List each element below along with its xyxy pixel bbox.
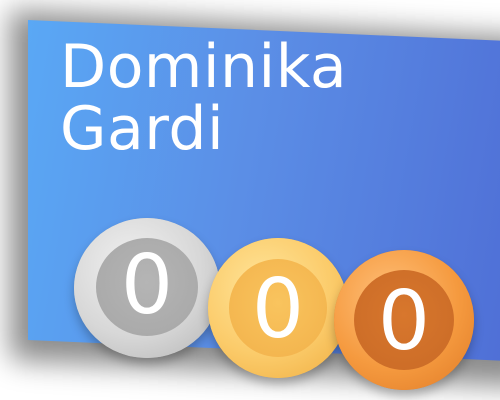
silver-medal-count: 0 xyxy=(120,238,174,333)
gold-medal-count: 0 xyxy=(251,262,305,357)
bronze-medal-count: 0 xyxy=(377,274,431,369)
profile-name: Dominika Gardi xyxy=(60,36,347,160)
last-name: Gardi xyxy=(60,94,225,164)
profile-card-stage: Dominika Gardi 0 0 0 xyxy=(0,0,500,400)
gold-medal: 0 xyxy=(208,238,348,378)
bronze-medal: 0 xyxy=(334,250,474,390)
silver-medal: 0 xyxy=(74,218,220,358)
first-name: Dominika xyxy=(60,32,348,102)
